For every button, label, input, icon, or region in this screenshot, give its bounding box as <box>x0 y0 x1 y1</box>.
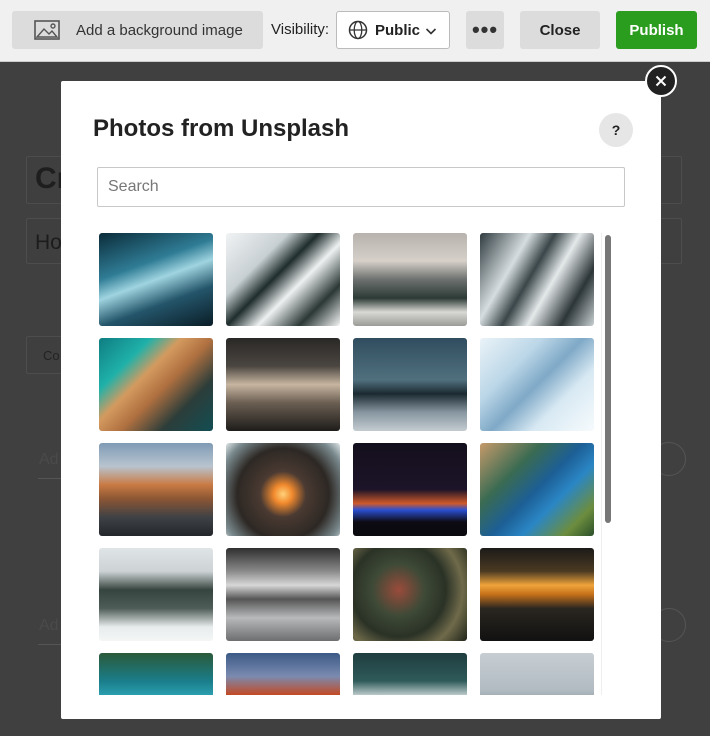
search-input[interactable] <box>97 167 625 207</box>
modal-title: Photos from Unsplash <box>93 115 350 142</box>
add-background-image-button[interactable]: Add a background image <box>12 11 263 49</box>
unsplash-photo-thumbnail[interactable] <box>226 233 340 326</box>
add-fragment-2: Ad <box>39 617 59 634</box>
subtitle-fragment: Ho <box>35 231 62 254</box>
add-background-image-label: Add a background image <box>76 21 243 39</box>
publish-button[interactable]: Publish <box>616 11 697 49</box>
unsplash-photo-thumbnail[interactable] <box>480 233 594 326</box>
unsplash-photo-thumbnail[interactable] <box>99 233 213 326</box>
unsplash-photo-thumbnail[interactable] <box>353 653 467 695</box>
visibility-label: Visibility: <box>271 21 330 38</box>
chevron-down-icon <box>425 28 437 35</box>
image-icon <box>34 20 60 40</box>
visibility-value: Public <box>375 21 421 39</box>
unsplash-photo-thumbnail[interactable] <box>480 443 594 536</box>
field-fragment: Co <box>43 348 60 363</box>
unsplash-photo-thumbnail[interactable] <box>353 233 467 326</box>
unsplash-photo-thumbnail[interactable] <box>480 338 594 431</box>
unsplash-photos-modal: Photos from Unsplash ? <box>61 81 661 719</box>
unsplash-photo-thumbnail[interactable] <box>353 443 467 536</box>
close-icon <box>655 75 667 87</box>
unsplash-photo-thumbnail[interactable] <box>353 338 467 431</box>
top-toolbar: Add a background image Visibility: Publi… <box>0 0 710 62</box>
visibility-select[interactable]: Public <box>336 11 450 49</box>
close-button[interactable]: Close <box>520 11 600 49</box>
unsplash-photo-thumbnail[interactable] <box>99 338 213 431</box>
globe-icon <box>348 20 368 40</box>
more-options-button[interactable]: ••• <box>466 11 504 49</box>
unsplash-photo-thumbnail[interactable] <box>99 548 213 641</box>
unsplash-photo-thumbnail[interactable] <box>99 443 213 536</box>
help-button[interactable]: ? <box>599 113 633 147</box>
photo-grid-inner <box>99 233 619 695</box>
unsplash-photo-thumbnail[interactable] <box>353 548 467 641</box>
unsplash-photo-thumbnail[interactable] <box>226 338 340 431</box>
photo-grid <box>99 233 619 695</box>
unsplash-photo-thumbnail[interactable] <box>480 548 594 641</box>
add-fragment-1: Ad <box>39 451 59 468</box>
unsplash-photo-thumbnail[interactable] <box>226 443 340 536</box>
scrollbar-thumb[interactable] <box>605 235 611 523</box>
close-modal-button[interactable] <box>645 65 677 97</box>
unsplash-photo-thumbnail[interactable] <box>480 653 594 695</box>
unsplash-photo-thumbnail[interactable] <box>226 548 340 641</box>
unsplash-photo-thumbnail[interactable] <box>226 653 340 695</box>
photo-grid-scrollbar[interactable] <box>601 233 612 695</box>
unsplash-photo-thumbnail[interactable] <box>99 653 213 695</box>
